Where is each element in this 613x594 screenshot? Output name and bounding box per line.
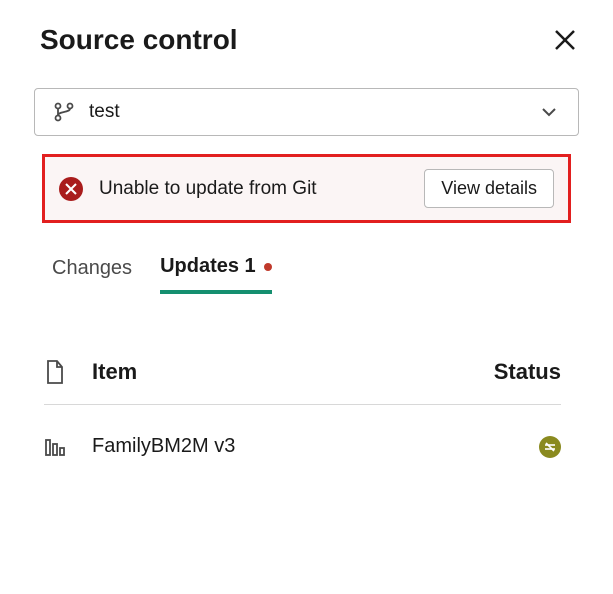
tab-updates[interactable]: Updates 1 xyxy=(160,255,272,294)
column-status-header: Status xyxy=(494,359,561,385)
page-title: Source control xyxy=(40,24,238,56)
branch-selector[interactable]: test xyxy=(34,88,579,136)
item-name: FamilyBM2M v3 xyxy=(92,435,513,458)
table-header: Item Status xyxy=(44,358,561,405)
tabs: Changes Updates 1 xyxy=(52,255,613,294)
close-icon[interactable] xyxy=(553,28,577,52)
view-details-button[interactable]: View details xyxy=(424,169,554,208)
status-badge xyxy=(539,436,561,458)
tab-updates-label: Updates 1 xyxy=(160,255,256,278)
error-message: Unable to update from Git xyxy=(99,178,408,200)
branch-name: test xyxy=(89,101,524,123)
file-icon xyxy=(44,358,66,386)
column-item-header: Item xyxy=(92,359,468,385)
chevron-down-icon xyxy=(538,101,560,123)
error-icon xyxy=(59,177,83,201)
error-banner: Unable to update from Git View details xyxy=(42,154,571,223)
tab-changes-label: Changes xyxy=(52,257,132,280)
update-indicator-dot xyxy=(264,263,272,271)
table-row[interactable]: FamilyBM2M v3 xyxy=(44,435,561,458)
bar-chart-icon xyxy=(44,436,66,458)
branch-icon xyxy=(53,101,75,123)
tab-changes[interactable]: Changes xyxy=(52,257,132,292)
